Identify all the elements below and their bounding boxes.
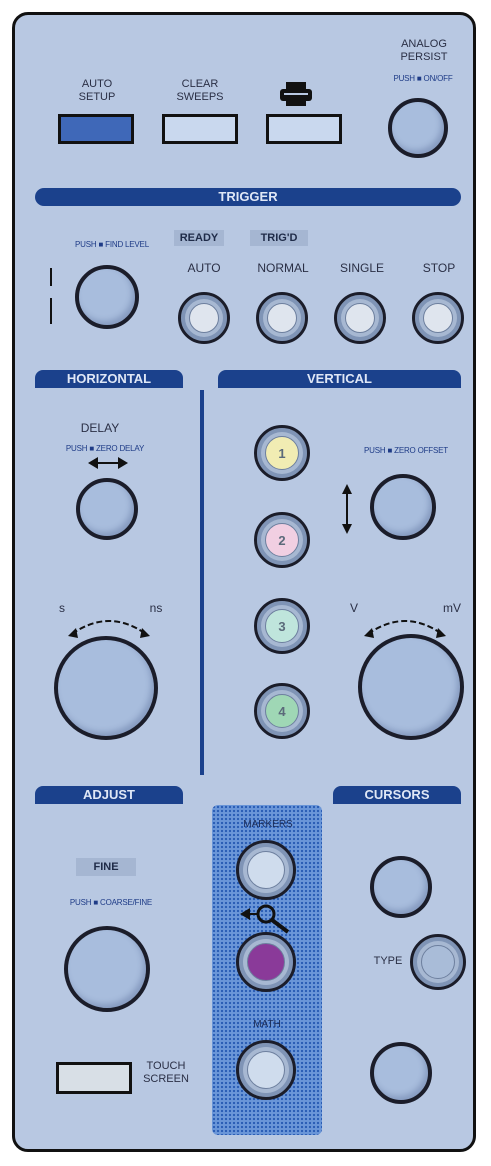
timebase-knob[interactable] <box>54 636 158 740</box>
trigger-normal-label: NORMAL <box>257 261 309 275</box>
push-zero-delay-label: PUSH ■ ZERO DELAY <box>65 444 145 453</box>
touch-screen-label: TOUCH SCREEN <box>143 1060 189 1085</box>
cursor-type-label: TYPE <box>373 955 403 967</box>
section-divider <box>200 390 204 775</box>
cursor-knob-1[interactable] <box>370 856 432 918</box>
clear-sweeps-label: CLEAR SWEEPS <box>176 78 224 103</box>
trigger-stop-label: STOP <box>422 261 456 275</box>
offset-knob[interactable] <box>370 474 436 540</box>
trigger-level-knob[interactable] <box>75 265 139 329</box>
zoom-button[interactable] <box>236 932 296 992</box>
markers-button[interactable] <box>236 840 296 900</box>
horizontal-header: HORIZONTAL <box>35 370 183 388</box>
adjust-header: ADJUST <box>35 786 183 804</box>
push-on-off-label: PUSH ■ ON/OFF <box>393 74 453 83</box>
volts-per-div-knob[interactable] <box>358 634 464 740</box>
analog-persist-label: ANALOG PERSIST <box>400 38 448 63</box>
level-arrow-icon <box>48 268 54 324</box>
trigger-single-label: SINGLE <box>339 261 384 275</box>
trigger-single-button[interactable] <box>334 292 386 344</box>
volts-v-label: V <box>349 601 358 615</box>
ready-indicator: READY <box>174 230 224 246</box>
trigger-normal-button[interactable] <box>256 292 308 344</box>
math-label: MATH <box>253 1019 281 1030</box>
fine-indicator: FINE <box>76 858 136 876</box>
zoom-magnifier-icon <box>238 904 294 934</box>
delay-arrows-icon <box>84 456 132 470</box>
timebase-arc-icon <box>64 612 154 638</box>
trigger-auto-label: AUTO <box>187 261 221 275</box>
channel-2-button[interactable]: 2 <box>254 512 310 568</box>
cursor-type-button[interactable] <box>410 934 466 990</box>
channel-4-label: 4 <box>265 694 299 728</box>
channel-4-button[interactable]: 4 <box>254 683 310 739</box>
channel-1-button[interactable]: 1 <box>254 425 310 481</box>
delay-label: DELAY <box>80 421 120 435</box>
adjust-knob[interactable] <box>64 926 150 1012</box>
offset-arrows-icon <box>342 484 352 534</box>
push-find-level-label: PUSH ■ FIND LEVEL <box>75 240 149 249</box>
delay-knob[interactable] <box>76 478 138 540</box>
channel-2-label: 2 <box>265 523 299 557</box>
touch-screen-button[interactable] <box>56 1062 132 1094</box>
channel-3-button[interactable]: 3 <box>254 598 310 654</box>
markers-label: MARKERS <box>243 819 293 830</box>
clear-sweeps-button[interactable] <box>162 114 238 144</box>
channel-3-label: 3 <box>265 609 299 643</box>
channel-1-label: 1 <box>265 436 299 470</box>
vertical-header: VERTICAL <box>218 370 461 388</box>
math-button[interactable] <box>236 1040 296 1100</box>
push-zero-offset-label: PUSH ■ ZERO OFFSET <box>364 446 448 455</box>
trigger-header: TRIGGER <box>35 188 461 206</box>
cursors-header: CURSORS <box>333 786 461 804</box>
print-button[interactable] <box>266 114 342 144</box>
push-coarse-fine-label: PUSH ■ COARSE/FINE <box>69 898 153 907</box>
printer-icon <box>278 80 314 108</box>
analog-persist-knob[interactable] <box>388 98 448 158</box>
trigger-stop-button[interactable] <box>412 292 464 344</box>
trigger-auto-button[interactable] <box>178 292 230 344</box>
cursor-knob-2[interactable] <box>370 1042 432 1104</box>
auto-setup-label: AUTO SETUP <box>78 78 116 103</box>
auto-setup-button[interactable] <box>58 114 134 144</box>
trigd-indicator: TRIG'D <box>250 230 308 246</box>
